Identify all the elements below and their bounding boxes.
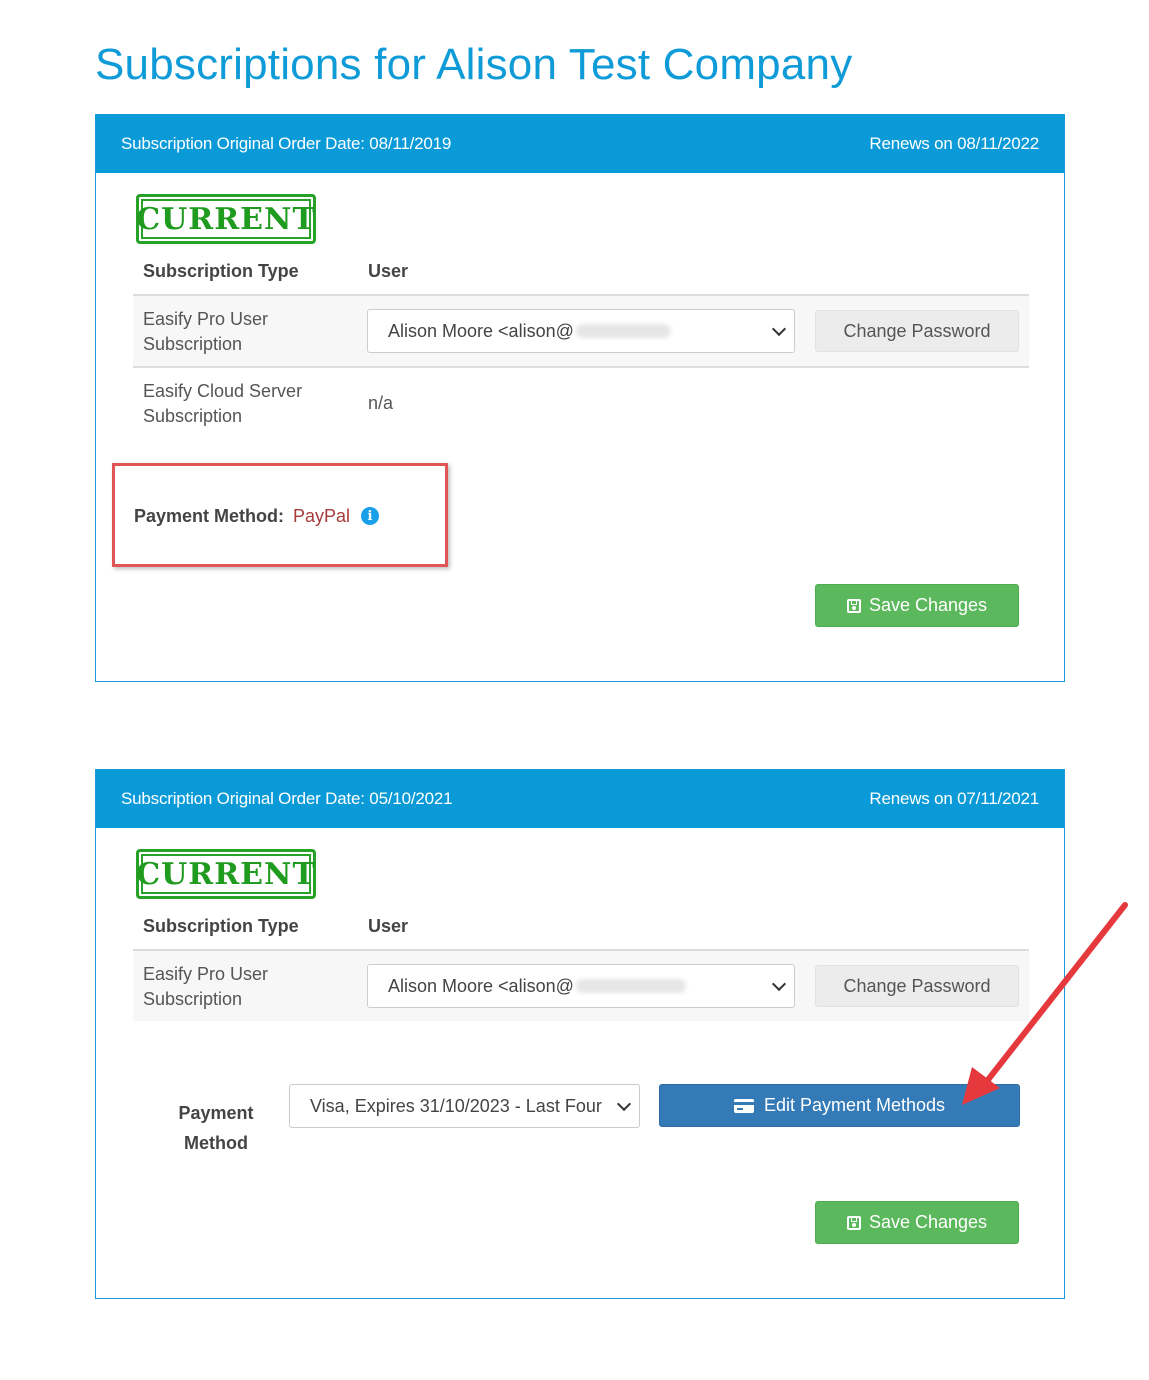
edit-payment-methods-label: Edit Payment Methods bbox=[763, 1095, 946, 1115]
chevron-down-icon bbox=[616, 1096, 632, 1112]
save-changes-label: Save Changes bbox=[868, 1212, 988, 1232]
save-icon bbox=[846, 1215, 861, 1230]
redacted-email bbox=[575, 324, 671, 338]
current-status-stamp: CURRENT bbox=[136, 194, 316, 244]
user-cell: n/a bbox=[368, 393, 394, 413]
redacted-email bbox=[575, 979, 686, 993]
credit-card-icon bbox=[733, 1098, 754, 1113]
panel-header: Subscription Original Order Date: 08/11/… bbox=[96, 115, 1064, 173]
subscription-type-cell: Easify Pro User Subscription bbox=[143, 309, 269, 354]
user-select-value: Alison Moore <alison@ bbox=[388, 320, 574, 341]
subscription-type-cell: Easify Pro User Subscription bbox=[143, 964, 269, 1009]
arrow-shaft bbox=[977, 902, 1128, 1093]
user-select[interactable]: Alison Moore <alison@ bbox=[367, 964, 795, 1008]
subscription-panel-2: Subscription Original Order Date: 05/10/… bbox=[95, 769, 1065, 1299]
column-header-subscription-type: Subscription Type bbox=[143, 916, 299, 936]
save-changes-button[interactable]: Save Changes bbox=[815, 584, 1019, 627]
payment-method-select-value: Visa, Expires 31/10/2023 - Last Four bbox=[310, 1095, 602, 1116]
change-password-button[interactable]: Change Password bbox=[815, 310, 1019, 352]
renews-label: Renews on 08/11/2022 bbox=[869, 134, 1039, 153]
table-divider bbox=[133, 366, 1029, 368]
subscription-panel-1: Subscription Original Order Date: 08/11/… bbox=[95, 114, 1065, 682]
order-date-label: Subscription Original Order Date: 05/10/… bbox=[121, 789, 453, 808]
panel-header: Subscription Original Order Date: 05/10/… bbox=[96, 770, 1064, 828]
save-changes-button[interactable]: Save Changes bbox=[815, 1201, 1019, 1244]
arrow-annotation bbox=[962, 902, 1128, 1105]
order-date-label: Subscription Original Order Date: 08/11/… bbox=[121, 134, 452, 153]
chevron-down-icon bbox=[771, 976, 787, 992]
page-title: Subscriptions for Alison Test Company bbox=[95, 40, 853, 89]
column-header-user: User bbox=[368, 261, 409, 281]
column-header-user: User bbox=[368, 916, 409, 936]
column-header-subscription-type: Subscription Type bbox=[143, 261, 299, 281]
payment-method-label: Payment Method bbox=[178, 1103, 254, 1153]
save-icon bbox=[846, 598, 861, 613]
renews-label: Renews on 07/11/2021 bbox=[869, 789, 1039, 808]
chevron-down-icon bbox=[771, 321, 787, 337]
current-status-stamp: CURRENT bbox=[136, 849, 316, 899]
user-select-value: Alison Moore <alison@ bbox=[388, 975, 574, 996]
highlight-annotation bbox=[112, 463, 448, 567]
user-select[interactable]: Alison Moore <alison@ bbox=[367, 309, 795, 353]
payment-method-select[interactable]: Visa, Expires 31/10/2023 - Last Four bbox=[289, 1084, 640, 1128]
subscription-type-cell: Easify Cloud Server Subscription bbox=[143, 381, 303, 426]
save-changes-label: Save Changes bbox=[868, 595, 988, 615]
